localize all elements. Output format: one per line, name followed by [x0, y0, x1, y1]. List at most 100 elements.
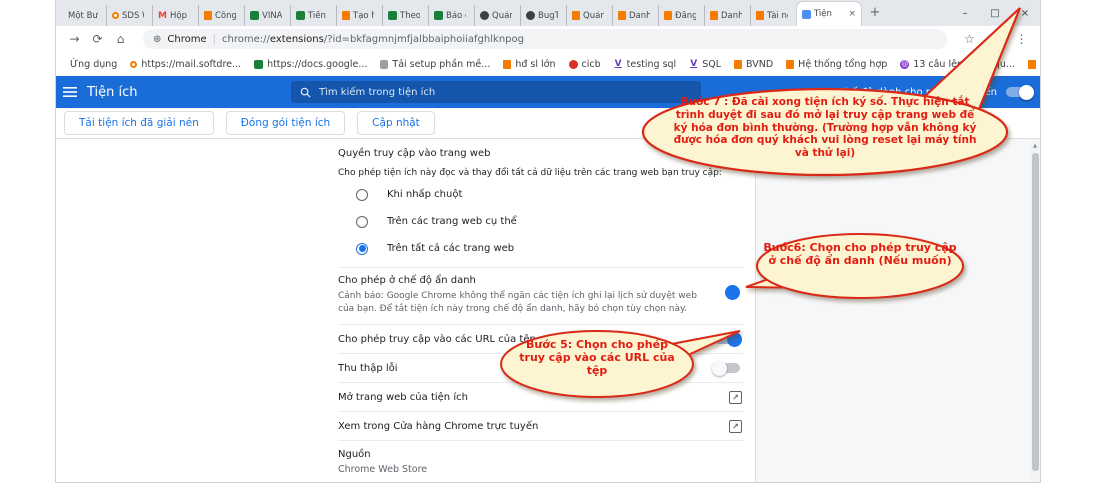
- bookmark-favicon-icon: [254, 60, 263, 69]
- radio-icon[interactable]: [356, 243, 368, 255]
- radio-icon[interactable]: [356, 216, 368, 228]
- browser-tab[interactable]: Báo cáo: [428, 5, 474, 26]
- tab-favicon-icon: [480, 11, 489, 20]
- search-placeholder: Tìm kiếm trong tiện ích: [319, 87, 435, 98]
- tab-label: Công ty: [215, 11, 236, 21]
- browser-tab[interactable]: Tạo hóa: [336, 5, 382, 26]
- detail-row-label: Mở trang web của tiện ích: [338, 392, 468, 403]
- browser-tab[interactable]: Quản lý: [474, 5, 520, 26]
- site-info-icon[interactable]: ⊕: [153, 34, 161, 45]
- detail-row[interactable]: Xem trong Cửa hàng Chrome trực tuyến: [338, 411, 743, 440]
- incognito-title: Cho phép ở chế độ ẩn danh: [338, 275, 698, 286]
- load-unpacked-button[interactable]: Tải tiện ích đã giải nén: [64, 111, 214, 135]
- bookmark-label: Ứng dụng: [70, 59, 117, 70]
- extension-detail-card: Quyền truy cập vào trang web Cho phép ti…: [326, 139, 756, 482]
- bookmark-item[interactable]: hđ sl lớn: [503, 59, 555, 70]
- radio-option-label: Trên tất cả các trang web: [387, 243, 514, 254]
- detail-row-label: Thu thập lỗi: [338, 363, 398, 374]
- callout-step-5-text: Bước 5: Chọn cho phép truy cập vào các U…: [519, 338, 675, 378]
- tab-label: Báo cáo: [446, 11, 466, 21]
- page-title: Tiện ích: [87, 85, 138, 100]
- browser-tab[interactable]: Một Bư: [60, 5, 106, 26]
- site-access-radio-option[interactable]: Khi nhấp chuột: [338, 181, 743, 208]
- tab-label: BugTra: [538, 11, 558, 21]
- bookmark-favicon-icon: [503, 60, 511, 69]
- tab-label: SDS We: [122, 11, 144, 21]
- tab-favicon-icon: [526, 11, 535, 20]
- bookmark-label: cicb: [582, 59, 601, 70]
- browser-tab[interactable]: Hộp thư: [152, 5, 198, 26]
- bookmark-item[interactable]: Tải setup phần mề...: [380, 59, 490, 70]
- tab-favicon-icon: [204, 11, 212, 20]
- bookmark-item[interactable]: Ứng dụng: [66, 59, 117, 70]
- radio-option-label: Trên các trang web cụ thể: [387, 216, 517, 227]
- reload-icon[interactable]: ⟳: [89, 32, 106, 46]
- tab-label: Theo dõ: [400, 11, 420, 21]
- tab-label: Tạo hóa: [353, 11, 374, 21]
- tab-label: Một Bư: [68, 11, 98, 21]
- callout-step-5: Bước 5: Chọn cho phép truy cập vào các U…: [495, 320, 755, 400]
- callout-step-7: Bước 7 : Đã cài xong tiện ích ký số. Thự…: [640, 0, 1046, 180]
- tab-favicon-icon: [158, 11, 167, 20]
- omnibox-separator: |: [213, 34, 216, 45]
- source-value: Chrome Web Store: [338, 464, 743, 475]
- bookmark-label: https://docs.google...: [267, 59, 367, 70]
- browser-tab[interactable]: SDS We: [106, 5, 152, 26]
- tab-favicon-icon: [572, 11, 580, 20]
- source-label: Nguồn: [338, 449, 743, 460]
- tab-label: Quản lý: [583, 11, 604, 21]
- hamburger-menu-icon[interactable]: [63, 86, 77, 98]
- callout-step-7-text: Bước 7 : Đã cài xong tiện ích ký số. Thự…: [672, 96, 978, 160]
- browser-tab[interactable]: Tiến độ: [290, 5, 336, 26]
- detail-row-label: Xem trong Cửa hàng Chrome trực tuyến: [338, 421, 538, 432]
- tab-favicon-icon: [434, 11, 443, 20]
- update-button[interactable]: Cập nhật: [357, 111, 435, 135]
- extension-detail-page: Quyền truy cập vào trang web Cho phép ti…: [56, 139, 1040, 482]
- bookmark-label: Tải setup phần mề...: [392, 59, 490, 70]
- browser-tab[interactable]: VINAFR: [244, 5, 290, 26]
- home-icon[interactable]: ⌂: [112, 32, 129, 46]
- tab-label: Quản lý: [492, 11, 512, 21]
- scrollbar-thumb[interactable]: [1032, 153, 1039, 471]
- tab-label: Tiến độ: [308, 11, 328, 21]
- tab-favicon-icon: [618, 11, 626, 20]
- browser-tab[interactable]: Quản lý: [566, 5, 612, 26]
- callout-step-6: Bước6: Chọn cho phép truy cập ở chế độ ẩ…: [735, 225, 980, 305]
- bookmark-favicon-icon: [130, 61, 137, 68]
- bookmark-label: https://mail.softdre...: [141, 59, 241, 70]
- bookmark-label: hđ sl lớn: [515, 59, 555, 70]
- browser-tab[interactable]: Theo dõ: [382, 5, 428, 26]
- site-access-radio-group: Khi nhấp chuột Trên các trang web cụ thể…: [338, 181, 743, 262]
- radio-icon[interactable]: [356, 189, 368, 201]
- site-access-radio-option[interactable]: Trên các trang web cụ thể: [338, 208, 743, 235]
- screenshot-canvas: Một Bư SDS We Hộp thư: [0, 0, 1096, 492]
- bookmark-favicon-icon: [569, 60, 578, 69]
- url-path: /?id=bkfagmnjmfjalbbaiphoiiafghlknpog: [324, 34, 524, 45]
- pack-extension-button[interactable]: Đóng gói tiện ích: [226, 111, 345, 135]
- tab-favicon-icon: [296, 11, 305, 20]
- detail-row-control[interactable]: [729, 420, 742, 433]
- page-background: [756, 139, 1030, 482]
- bookmark-favicon-icon: [614, 60, 623, 69]
- site-label: Chrome: [167, 34, 206, 45]
- incognito-texts: Cho phép ở chế độ ẩn danh Cảnh báo: Goog…: [338, 275, 698, 316]
- tab-label: VINAFR: [262, 11, 282, 21]
- tab-favicon-icon: [388, 11, 397, 20]
- search-icon: [300, 87, 311, 98]
- site-access-radio-option[interactable]: Trên tất cả các trang web: [338, 235, 743, 262]
- bookmark-item[interactable]: https://mail.softdre...: [130, 59, 241, 70]
- bookmark-favicon-icon: [380, 60, 388, 69]
- page-scrollbar[interactable]: ▲: [1030, 139, 1040, 482]
- browser-tab[interactable]: BugTra: [520, 5, 566, 26]
- tab-favicon-icon: [250, 11, 259, 20]
- bookmark-item[interactable]: cicb: [569, 59, 601, 70]
- bookmark-item[interactable]: https://docs.google...: [254, 59, 367, 70]
- tab-favicon-icon: [342, 11, 350, 20]
- source-section: Nguồn Chrome Web Store: [338, 440, 743, 482]
- tab-label: Hộp thư: [170, 11, 190, 21]
- url-text: chrome://extensions/?id=bkfagmnjmfjalbba…: [222, 34, 524, 45]
- url-host: extensions: [270, 34, 324, 45]
- forward-icon[interactable]: →: [66, 32, 83, 46]
- browser-tab[interactable]: Công ty: [198, 5, 244, 26]
- url-scheme: chrome://: [222, 34, 270, 45]
